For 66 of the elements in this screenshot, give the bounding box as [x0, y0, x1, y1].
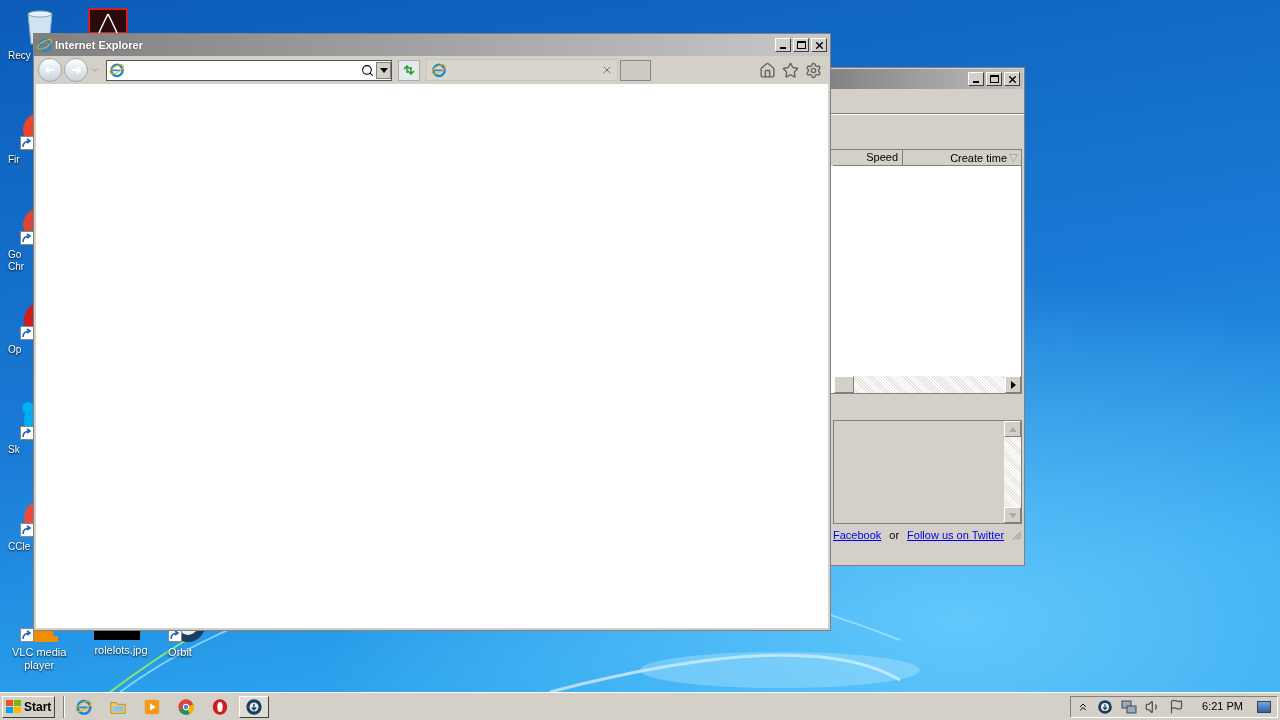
scroll-up-button[interactable]	[1004, 421, 1021, 437]
close-tab-icon[interactable]	[601, 64, 613, 76]
maximize-button[interactable]	[986, 72, 1002, 86]
close-icon	[813, 39, 825, 51]
icon-label[interactable]: Fir	[8, 154, 20, 166]
social-link[interactable]: Follow us on Twitter	[907, 526, 1005, 544]
action-center-flag-icon[interactable]	[1169, 699, 1185, 714]
up-arrow-icon	[1008, 426, 1017, 432]
social-link[interactable]: Facebook	[833, 526, 882, 544]
icon-label[interactable]: Sk	[8, 444, 20, 456]
download-circle-icon	[245, 697, 264, 716]
scroll-down-button[interactable]	[1004, 507, 1021, 523]
forward-button[interactable]	[64, 58, 88, 82]
document-icon	[88, 8, 128, 33]
caret-icon	[379, 67, 388, 73]
minimize-button[interactable]	[775, 38, 791, 52]
taskbar-app-button[interactable]	[239, 695, 270, 718]
sort-arrow-icon	[1009, 153, 1018, 162]
icon-label[interactable]: Orbit	[160, 646, 200, 659]
icon-label[interactable]: Recy	[8, 50, 31, 62]
resize-grip-icon[interactable]	[1012, 529, 1022, 541]
ie-icon	[431, 62, 447, 78]
close-button[interactable]	[811, 38, 827, 52]
start-button[interactable]: Start	[2, 695, 56, 718]
network-icon[interactable]	[1121, 698, 1138, 715]
close-icon	[1006, 73, 1018, 85]
icon-label[interactable]: Go Chr	[8, 249, 25, 273]
address-dropdown-button[interactable]	[376, 61, 391, 79]
separator-text: or	[889, 527, 900, 543]
home-icon[interactable]	[759, 61, 776, 79]
back-button[interactable]	[38, 58, 62, 82]
ie-icon	[75, 697, 94, 716]
window-title: Internet Explorer	[55, 37, 144, 53]
back-arrow-icon	[44, 64, 56, 76]
forward-arrow-icon	[70, 64, 82, 76]
icon-label[interactable]: VLC media player	[12, 646, 67, 672]
horizontal-scrollbar[interactable]	[834, 376, 1021, 393]
log-text-area[interactable]	[833, 420, 1022, 524]
play-icon	[143, 697, 162, 716]
close-button[interactable]	[1004, 72, 1020, 86]
icon-label[interactable]: CCle	[8, 541, 31, 553]
image-thumbnail-icon	[94, 630, 140, 640]
right-arrow-icon	[1010, 380, 1016, 389]
clock[interactable]: 6:21 PM	[1202, 698, 1243, 715]
search-icon[interactable]	[361, 63, 374, 77]
column-header[interactable]: Speed	[833, 150, 903, 166]
windows-logo-icon	[6, 699, 22, 714]
maximize-button[interactable]	[793, 38, 809, 52]
address-field[interactable]	[106, 59, 392, 81]
icon-label[interactable]: Op	[8, 344, 22, 356]
minimize-button[interactable]	[968, 72, 984, 86]
swap-arrows-icon	[402, 64, 416, 76]
ie-icon	[37, 37, 53, 53]
favorites-icon[interactable]	[782, 61, 799, 79]
opera-icon	[211, 697, 230, 716]
icon-label[interactable]: rolelots.jpg	[86, 644, 156, 657]
scroll-right-button[interactable]	[1005, 376, 1021, 393]
down-arrow-icon	[1008, 512, 1017, 518]
ie-icon	[109, 62, 125, 78]
settings-icon[interactable]	[805, 61, 822, 79]
column-header[interactable]: Create time	[903, 150, 1021, 166]
show-desktop-button[interactable]	[1257, 700, 1271, 713]
download-circle-icon	[1097, 698, 1114, 715]
chrome-icon	[177, 697, 196, 716]
new-tab-button[interactable]	[620, 59, 651, 81]
compatibility-view-button[interactable]	[398, 59, 420, 81]
